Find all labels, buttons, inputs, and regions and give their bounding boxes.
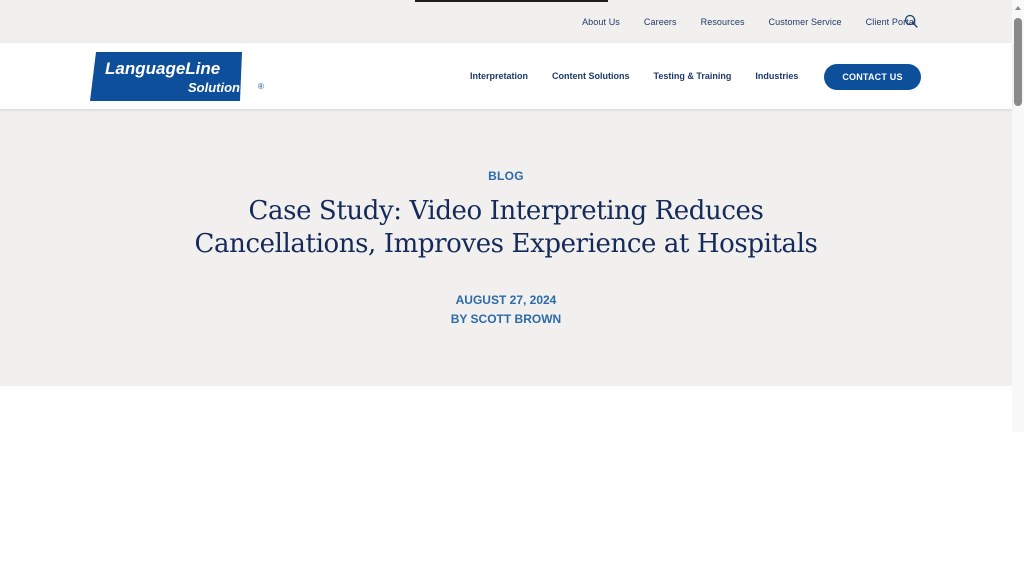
scroll-up-arrow-icon[interactable] [1015,6,1021,10]
utility-link-careers[interactable]: Careers [644,17,677,27]
nav-industries[interactable]: Industries [755,71,798,81]
page-scrollbar[interactable] [1012,0,1024,432]
publish-date: AUGUST 27, 2024 [455,293,557,307]
languageline-logo[interactable]: LanguageLine Solutions ® [90,52,268,101]
utility-link-resources[interactable]: Resources [701,17,745,27]
registered-mark: ® [258,82,264,91]
utility-bar: About Us Careers Resources Customer Serv… [0,0,1012,43]
utility-link-customer-service[interactable]: Customer Service [769,17,842,27]
utility-link-about-us[interactable]: About Us [582,17,620,27]
title-line-2: Cancellations, Improves Experience at Ho… [194,229,818,259]
nav-content-solutions[interactable]: Content Solutions [552,71,630,81]
page-title: Case Study: Video Interpreting Reduces C… [150,195,862,261]
article-hero: BLOG Case Study: Video Interpreting Redu… [0,109,1012,386]
category-label[interactable]: BLOG [0,169,1012,183]
author-byline: BY SCOTT BROWN [450,312,562,326]
scrollbar-thumb[interactable] [1014,18,1022,106]
nav-interpretation[interactable]: Interpretation [470,71,528,81]
main-nav: Interpretation Content Solutions Testing… [470,43,822,109]
utility-nav: About Us Careers Resources Customer Serv… [558,0,916,43]
logo-text-line2: Solutions [188,80,247,95]
logo-text-line1: LanguageLine [105,59,220,78]
main-header: LanguageLine Solutions ® Interpretation … [0,43,1012,109]
nav-testing-training[interactable]: Testing & Training [654,71,732,81]
title-line-1: Case Study: Video Interpreting Reduces [248,196,764,226]
search-icon[interactable] [904,14,918,28]
contact-us-button[interactable]: CONTACT US [824,64,921,90]
